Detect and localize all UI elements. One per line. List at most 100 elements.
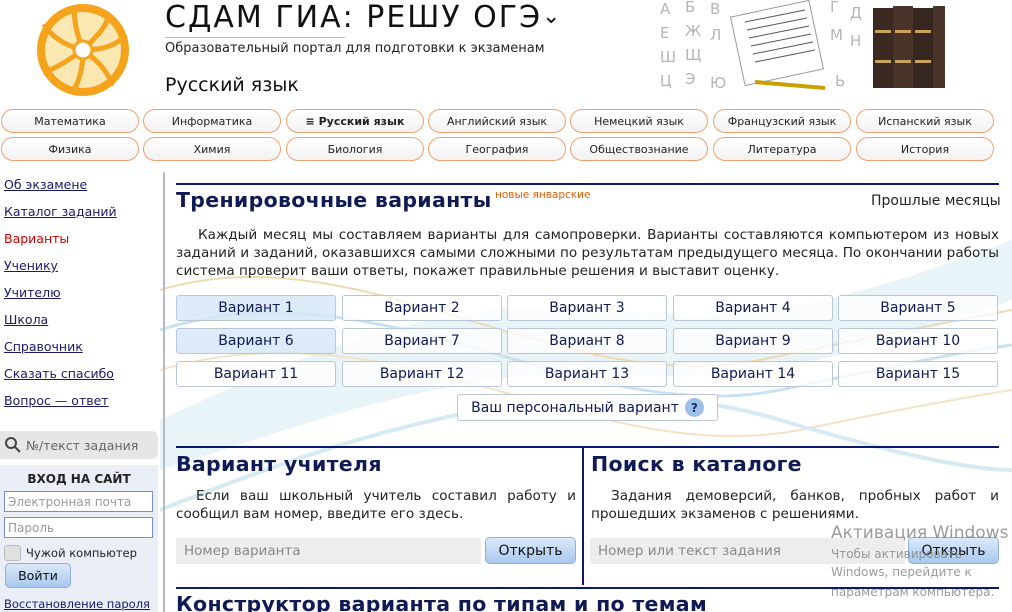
watermark-title: Активация Windows [831,523,1009,543]
watermark-line-1: Чтобы активировать Windows, перейдите к [831,547,972,579]
subject-tab-row2-2[interactable]: Биология [286,137,424,161]
search-icon[interactable] [4,436,22,454]
subject-tab-1[interactable]: Информатика [143,109,281,133]
sidebar-link-5[interactable]: Школа [4,312,48,327]
variant-button-8[interactable]: Вариант 8 [507,328,667,354]
variant-button-10[interactable]: Вариант 10 [838,328,998,354]
variant-button-1[interactable]: Вариант 1 [176,295,336,321]
login-button[interactable]: Войти [5,563,71,588]
training-title: Тренировочные варианты [176,188,492,212]
sidebar-link-7[interactable]: Сказать спасибо [4,366,114,381]
art-letter: Ц [660,72,672,90]
teacher-variant-input[interactable]: Номер варианта [176,538,481,564]
teacher-title: Вариант учителя [176,452,382,476]
sidebar-link-0[interactable]: Об экзамене [4,177,87,192]
restore-password-link[interactable]: Восстановление пароля [4,597,150,611]
subject-tab-2[interactable]: ≡ Русский язык [286,109,424,133]
art-letter: Щ [685,46,701,64]
art-letter: А [660,0,671,18]
training-description: Каждый месяц мы составляем варианты для … [176,227,999,279]
login-panel: ВХОД НА САЙТ Электронная почта Пароль Чу… [0,465,158,612]
subject-tab-4[interactable]: Немецкий язык [570,109,708,133]
subject-tab-0[interactable]: Математика [1,109,139,133]
art-letter: Д [850,4,862,22]
email-placeholder: Электронная почта [8,494,132,509]
variant-button-5[interactable]: Вариант 5 [838,295,998,321]
personal-variant-label: Ваш персональный вариант [471,399,679,416]
sidebar-link-6[interactable]: Справочник [4,339,83,354]
subject-nav: Математика Информатика ≡ Русский язык Англи… [0,109,1012,165]
help-icon[interactable]: ? [684,398,704,417]
variant-button-2[interactable]: Вариант 2 [342,295,502,321]
subject-tab-row2-1[interactable]: Химия [143,137,281,161]
variant-button-12[interactable]: Вариант 12 [342,361,502,387]
art-letter: М [830,26,843,44]
site-logo[interactable] [28,0,138,100]
art-letter: Ш [660,48,676,66]
sidebar-link-4[interactable]: Учителю [4,285,61,300]
header-illustration: А Б В Г Д Е Ж Л М Н Ш ЩЦ Э Ю Ь [660,0,945,92]
sidebar-link-1[interactable]: Каталог заданий [4,204,117,219]
subject-nav-row-2: Физика Химия Биология География Обществознан… [0,137,1012,165]
variant-button-3[interactable]: Вариант 3 [507,295,667,321]
foreign-computer-label: Чужой компьютер [26,546,137,560]
variant-button-4[interactable]: Вариант 4 [673,295,833,321]
catalog-description: Задания демоверсий, банков, пробных рабо… [591,488,999,522]
art-letter: Э [685,70,695,88]
subject-tab-row2-0[interactable]: Физика [1,137,139,161]
variant-button-7[interactable]: Вариант 7 [342,328,502,354]
site-title-text: СДАМ ГИА: РЕШУ ОГЭ [165,0,543,35]
subject-nav-row-1: Математика Информатика ≡ Русский язык Англи… [0,109,1012,137]
art-letter: Л [710,26,721,44]
windows-activation-watermark: Активация Windows Чтобы активировать Win… [831,523,1012,601]
teacher-description: Если ваш школьный учитель составил работ… [176,488,576,522]
password-field[interactable]: Пароль [4,517,153,538]
variant-button-6[interactable]: Вариант 6 [176,328,336,354]
personal-variant-button[interactable]: Ваш персональный вариант ? [457,394,718,421]
subject-tab-5[interactable]: Французский язык [713,109,851,133]
variant-button-15[interactable]: Вариант 15 [838,361,998,387]
subject-title: Русский язык [165,74,299,96]
art-letter: Н [850,32,861,50]
subject-tab-3[interactable]: Английский язык [428,109,566,133]
subject-tab-row2-5[interactable]: Литература [713,137,851,161]
subject-tab-row2-4[interactable]: Обществознание [570,137,708,161]
foreign-computer-checkbox[interactable] [4,545,21,561]
subject-tab-row2-6[interactable]: История [856,137,994,161]
sidebar-link-2[interactable]: Варианты [4,231,69,246]
email-field[interactable]: Электронная почта [4,491,153,512]
sidebar-divider [163,172,165,612]
art-letter: Ь [835,72,845,90]
variant-button-11[interactable]: Вариант 11 [176,361,336,387]
sidebar-link-8[interactable]: Вопрос — ответ [4,393,109,408]
catalog-title: Поиск в каталоге [591,452,802,476]
section-rule-teacher [176,446,999,448]
art-letter: В [710,0,720,18]
art-letter: Ю [710,74,726,92]
variant-button-9[interactable]: Вариант 9 [673,328,833,354]
login-title: ВХОД НА САЙТ [27,472,131,486]
site-title[interactable]: СДАМ ГИА: РЕШУ ОГЭ⌄ [165,0,562,35]
constructor-title: Конструктор варианта по типам и по темам [176,592,707,612]
new-badge: новые январские [495,189,591,201]
site-subtitle: Образовательный портал для подготовки к … [165,41,545,56]
art-letter: Г [830,0,839,16]
art-letter: Е [660,24,669,42]
teacher-variant-placeholder: Номер варианта [184,543,301,559]
past-months-link[interactable]: Прошлые месяцы [871,193,1001,209]
sidebar-link-3[interactable]: Ученику [4,258,58,273]
art-letter: Ж [685,22,701,40]
section-rule-training [176,183,999,185]
column-divider [582,448,584,585]
task-search-input[interactable]: №/текст задания [0,431,158,459]
catalog-search-placeholder: Номер или текст задания [598,543,781,559]
art-letter: Б [685,0,695,16]
teacher-open-button[interactable]: Открыть [485,537,576,564]
search-placeholder: №/текст задания [26,437,139,453]
chevron-down-icon[interactable]: ⌄ [542,4,562,29]
subject-tab-row2-3[interactable]: География [428,137,566,161]
variant-button-13[interactable]: Вариант 13 [507,361,667,387]
subject-tab-6[interactable]: Испанский язык [856,109,994,133]
variant-button-14[interactable]: Вариант 14 [673,361,833,387]
password-placeholder: Пароль [8,520,55,535]
